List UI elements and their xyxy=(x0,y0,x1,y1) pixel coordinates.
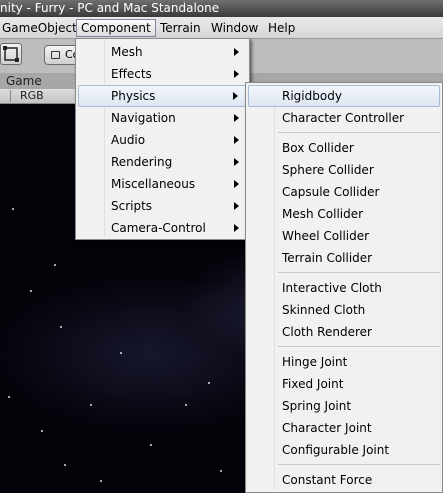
star xyxy=(41,430,43,432)
toolbar-divider xyxy=(10,90,11,102)
physics-item-configurable-joint[interactable]: Configurable Joint xyxy=(248,439,440,461)
component-menu-item-rendering[interactable]: Rendering xyxy=(78,151,247,173)
menu-bar: GameObject Component Terrain Window Help xyxy=(0,17,443,39)
star xyxy=(208,382,210,384)
physics-item-character-joint[interactable]: Character Joint xyxy=(248,417,440,439)
local-icon xyxy=(51,51,60,59)
star xyxy=(100,480,102,482)
component-menu-item-mesh[interactable]: Mesh xyxy=(78,41,247,63)
menu-item-label: Rendering xyxy=(111,155,173,169)
menu-item-label: Physics xyxy=(111,89,156,103)
physics-item-skinned-cloth[interactable]: Skinned Cloth xyxy=(248,299,440,321)
menu-item-label: Miscellaneous xyxy=(111,177,196,191)
star xyxy=(150,444,152,446)
physics-item-spring-joint[interactable]: Spring Joint xyxy=(248,395,440,417)
menu-separator xyxy=(278,346,440,347)
star xyxy=(220,470,222,472)
display-mode-dropdown[interactable]: RGB xyxy=(20,89,44,103)
physics-item-sphere-collider[interactable]: Sphere Collider xyxy=(248,159,440,181)
physics-item-rigidbody[interactable]: Rigidbody xyxy=(248,85,440,107)
menu-item-label: Navigation xyxy=(111,111,176,125)
menu-gameobject[interactable]: GameObject xyxy=(0,19,82,37)
component-menu-item-camera-control[interactable]: Camera-Control xyxy=(78,217,247,239)
star xyxy=(12,208,14,210)
star xyxy=(185,404,187,406)
star xyxy=(120,352,122,354)
menu-item-label: Audio xyxy=(111,133,146,147)
tab-game[interactable]: Game xyxy=(6,73,42,89)
physics-item-capsule-collider[interactable]: Capsule Collider xyxy=(248,181,440,203)
submenu-arrow-icon xyxy=(234,224,239,232)
physics-item-interactive-cloth[interactable]: Interactive Cloth xyxy=(248,277,440,299)
physics-item-constant-force[interactable]: Constant Force xyxy=(248,469,440,491)
menu-item-label: Effects xyxy=(111,67,152,81)
component-menu-item-effects[interactable]: Effects xyxy=(78,63,247,85)
menu-separator xyxy=(278,272,440,273)
physics-item-terrain-collider[interactable]: Terrain Collider xyxy=(248,247,440,269)
physics-item-hinge-joint[interactable]: Hinge Joint xyxy=(248,351,440,373)
star xyxy=(64,464,66,466)
window-title: nity - Furry - PC and Mac Standalone xyxy=(0,1,220,15)
menu-separator xyxy=(278,132,440,133)
physics-item-cloth-renderer[interactable]: Cloth Renderer xyxy=(248,321,440,343)
physics-submenu: Rigidbody Character Controller Box Colli… xyxy=(245,82,443,493)
window-title-bar: nity - Furry - PC and Mac Standalone xyxy=(0,0,443,17)
scale-icon xyxy=(3,46,19,62)
component-menu-item-audio[interactable]: Audio xyxy=(78,129,247,151)
submenu-arrow-icon xyxy=(234,114,239,122)
menu-terrain[interactable]: Terrain xyxy=(155,19,206,37)
component-menu-item-physics[interactable]: Physics xyxy=(78,85,247,107)
physics-item-mesh-collider[interactable]: Mesh Collider xyxy=(248,203,440,225)
physics-item-box-collider[interactable]: Box Collider xyxy=(248,137,440,159)
component-menu-item-scripts[interactable]: Scripts xyxy=(78,195,247,217)
star xyxy=(60,326,62,328)
physics-item-fixed-joint[interactable]: Fixed Joint xyxy=(248,373,440,395)
menu-item-label: Camera-Control xyxy=(111,221,206,235)
menu-item-label: Scripts xyxy=(111,199,153,213)
submenu-arrow-icon xyxy=(234,136,239,144)
star xyxy=(30,290,32,292)
submenu-arrow-icon xyxy=(233,92,238,100)
star xyxy=(8,396,10,398)
component-menu: Mesh Effects Physics Navigation Audio Re… xyxy=(75,38,250,240)
menu-help[interactable]: Help xyxy=(263,19,300,37)
submenu-arrow-icon xyxy=(234,70,239,78)
scale-tool-button[interactable] xyxy=(0,43,22,65)
menu-separator xyxy=(278,464,440,465)
menu-component[interactable]: Component xyxy=(76,19,156,37)
menu-item-label: Mesh xyxy=(111,45,143,59)
physics-item-character-controller[interactable]: Character Controller xyxy=(248,107,440,129)
menu-window[interactable]: Window xyxy=(206,19,263,37)
submenu-arrow-icon xyxy=(234,158,239,166)
submenu-arrow-icon xyxy=(234,202,239,210)
submenu-arrow-icon xyxy=(234,48,239,56)
component-menu-item-miscellaneous[interactable]: Miscellaneous xyxy=(78,173,247,195)
component-menu-item-navigation[interactable]: Navigation xyxy=(78,107,247,129)
physics-item-wheel-collider[interactable]: Wheel Collider xyxy=(248,225,440,247)
star xyxy=(54,264,56,266)
submenu-arrow-icon xyxy=(234,180,239,188)
star xyxy=(90,404,92,406)
